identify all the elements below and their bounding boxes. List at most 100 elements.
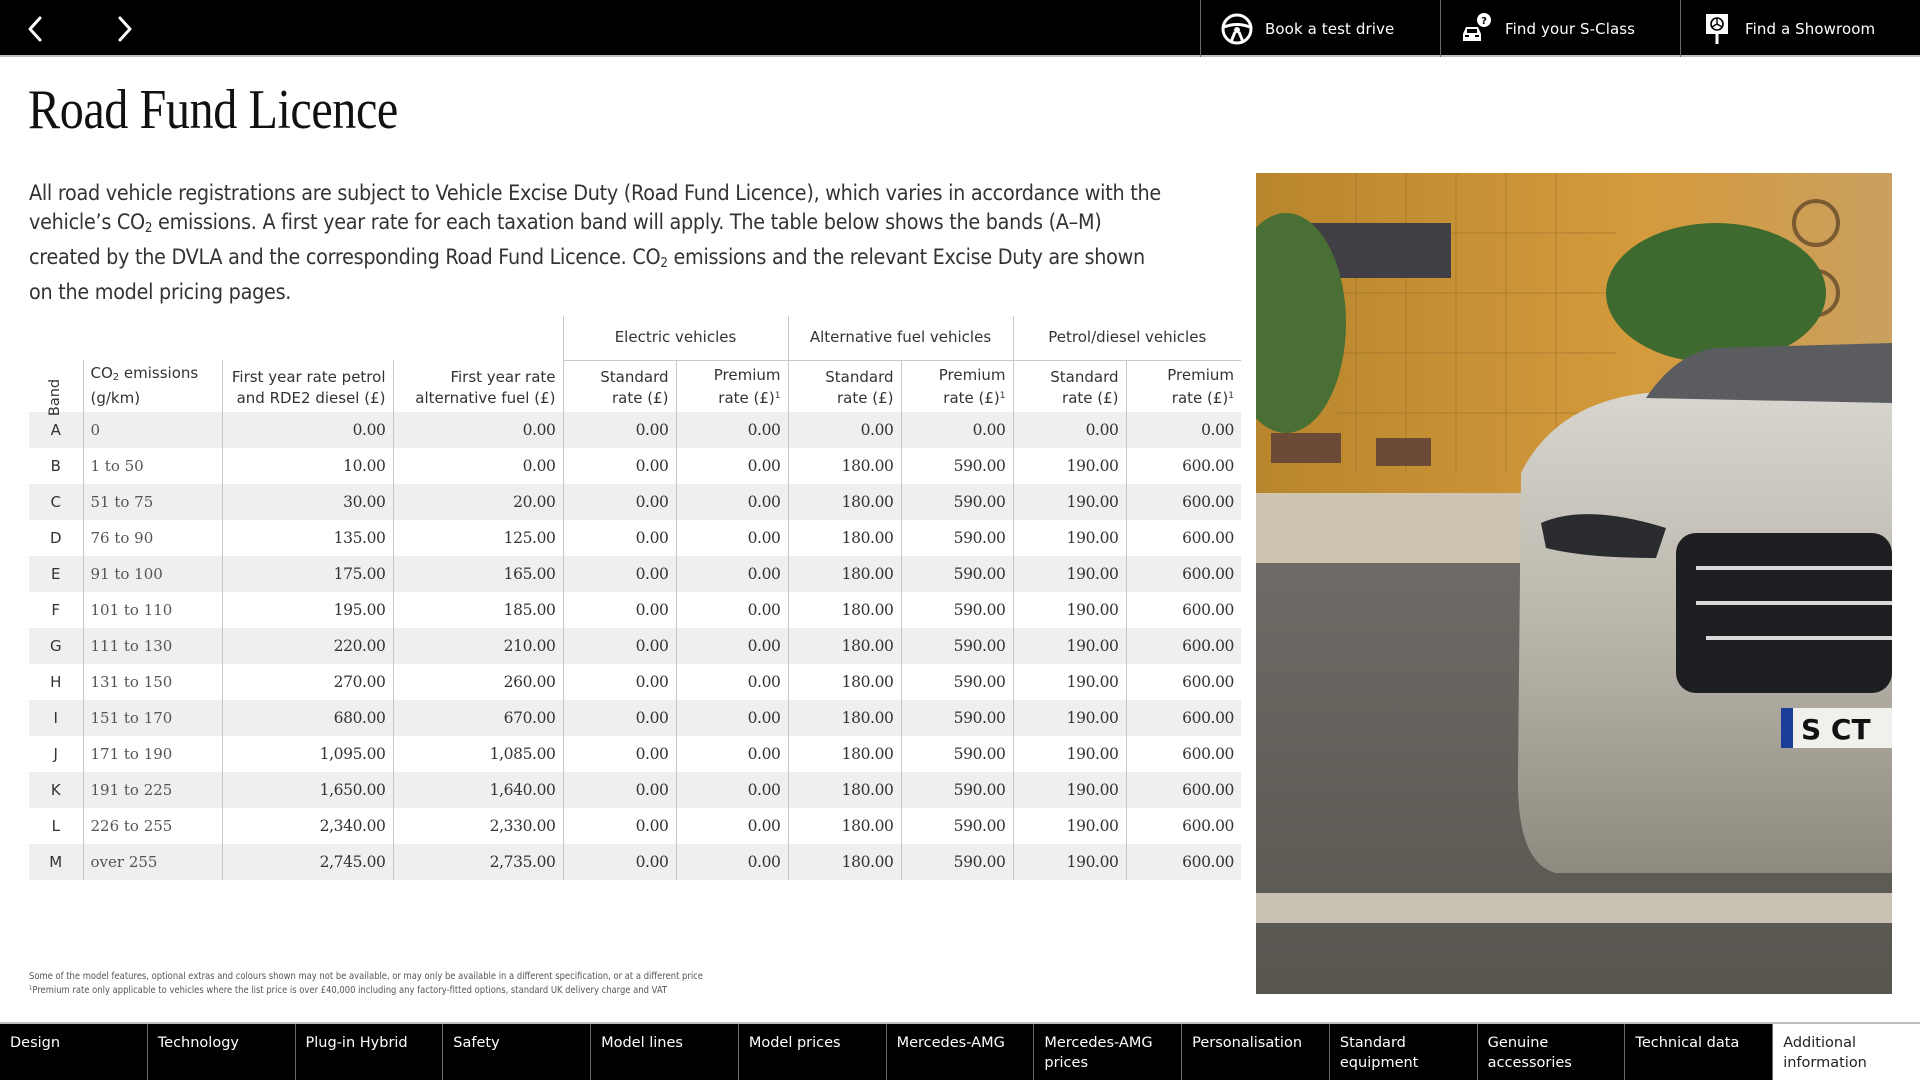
table-row: Mover 255 2,745.00 2,735.00 0.00 0.00 180.00 5… <box>29 844 1242 880</box>
cell-alt-std: 180.00 <box>787 592 901 628</box>
nav-tab-genuine-accessories[interactable]: Genuine accessories <box>1478 1024 1626 1080</box>
cell-ev-std: 0.00 <box>562 412 676 448</box>
car-photo-illustration: S CT <box>1256 173 1892 994</box>
cell-pd-prem: 600.00 <box>1125 520 1242 556</box>
cell-alt-std: 180.00 <box>787 448 901 484</box>
cell-ev-prem: 0.00 <box>675 664 788 700</box>
cell-first-petrol: 270.00 <box>221 664 393 700</box>
nav-tab-plug-in-hybrid[interactable]: Plug-in Hybrid <box>296 1024 444 1080</box>
nav-tab-personalisation[interactable]: Personalisation <box>1182 1024 1330 1080</box>
column-header-pd-standard: Standard rate (£) <box>1012 360 1127 412</box>
book-test-drive-button[interactable]: Book a test drive <box>1200 0 1440 57</box>
cell-first-petrol: 195.00 <box>221 592 393 628</box>
nav-tab-mercedes-amg[interactable]: Mercedes-AMG <box>887 1024 1035 1080</box>
cell-first-petrol: 1,095.00 <box>221 736 393 772</box>
group-header-spacer <box>29 316 563 360</box>
find-s-class-label: Find your S-Class <box>1505 19 1636 38</box>
previous-page-button[interactable] <box>16 9 56 49</box>
cell-alt-std: 180.00 <box>787 808 901 844</box>
cell-first-alt: 210.00 <box>392 628 563 664</box>
cell-ev-prem: 0.00 <box>675 772 788 808</box>
cell-alt-prem: 590.00 <box>900 664 1014 700</box>
cell-alt-std: 180.00 <box>787 520 901 556</box>
nav-tab-model-lines[interactable]: Model lines <box>591 1024 739 1080</box>
cell-co2: 0 <box>82 412 222 448</box>
license-plate-text: S CT <box>1801 713 1871 746</box>
find-showroom-button[interactable]: Find a Showroom <box>1680 0 1920 57</box>
cell-first-petrol: 2,745.00 <box>221 844 393 880</box>
nav-tab-technology[interactable]: Technology <box>148 1024 296 1080</box>
cell-ev-prem: 0.00 <box>675 628 788 664</box>
cell-ev-prem: 0.00 <box>675 412 788 448</box>
cell-ev-prem: 0.00 <box>675 736 788 772</box>
cell-alt-prem: 590.00 <box>900 448 1014 484</box>
intro-subscript-2: 2 <box>660 256 668 271</box>
cell-alt-prem: 590.00 <box>900 808 1014 844</box>
cell-ev-std: 0.00 <box>562 736 676 772</box>
intro-subscript-1: 2 <box>144 221 153 236</box>
cell-first-alt: 125.00 <box>392 520 563 556</box>
cell-ev-std: 0.00 <box>562 664 676 700</box>
cell-first-alt: 1,640.00 <box>392 772 563 808</box>
cell-co2: 111 to 130 <box>82 628 222 664</box>
table-row: L 226 to 255 2,340.00 2,330.00 0.00 0.00 180.0… <box>29 808 1242 844</box>
cell-co2: 1 to 50 <box>82 448 222 484</box>
cell-alt-prem: 0.00 <box>900 412 1014 448</box>
cell-alt-prem: 590.00 <box>900 736 1014 772</box>
cell-pd-std: 0.00 <box>1012 412 1127 448</box>
cell-alt-std: 180.00 <box>787 700 901 736</box>
cell-ev-std: 0.00 <box>562 772 676 808</box>
table-row: C 51 to 75 30.00 20.00 0.00 0.00 180.00 590.00 1… <box>29 484 1242 520</box>
cell-ev-prem: 0.00 <box>675 448 788 484</box>
cell-pd-prem: 600.00 <box>1125 772 1242 808</box>
table-row: F 101 to 110 195.00 185.00 0.00 0.00 180.00 590… <box>29 592 1242 628</box>
group-header-electric: Electric vehicles <box>562 316 788 361</box>
cell-alt-prem: 590.00 <box>900 592 1014 628</box>
group-header-petrol-diesel: Petrol/diesel vehicles <box>1012 316 1242 361</box>
table-row: D 76 to 90 135.00 125.00 0.00 0.00 180.00 590.0… <box>29 520 1242 556</box>
s-class-photo: S CT <box>1256 173 1892 994</box>
column-header-alt-premium: Premium rate (£)1 <box>900 360 1014 412</box>
top-bar: Book a test drive ? Find your S-Class Fi… <box>0 0 1920 57</box>
cell-band: A <box>29 412 83 448</box>
nav-tab-mercedes-amg-prices[interactable]: Mercedes-AMG prices <box>1034 1024 1183 1080</box>
cell-co2: 101 to 110 <box>82 592 222 628</box>
cell-first-petrol: 10.00 <box>221 448 393 484</box>
cell-band: B <box>50 457 61 475</box>
cell-pd-std: 190.00 <box>1012 808 1127 844</box>
next-page-button[interactable] <box>104 9 144 49</box>
nav-tab-design[interactable]: Design <box>0 1024 148 1080</box>
cell-band: J <box>53 745 58 763</box>
cell-alt-std: 180.00 <box>787 736 901 772</box>
column-header-ev-standard: Standard rate (£) <box>562 360 676 412</box>
table-row: A 0 0.00 0.00 0.00 0.00 0.00 0.00 0.00 0.00 <box>29 412 1242 448</box>
cell-pd-std: 190.00 <box>1012 484 1127 520</box>
cell-first-alt: 185.00 <box>392 592 563 628</box>
cell-band: E <box>29 556 83 592</box>
nav-tab-standard-equipment[interactable]: Standard equipment <box>1330 1024 1478 1080</box>
cell-pd-prem: 600.00 <box>1125 844 1242 880</box>
column-header-first-year-petrol: First year rate petrol and RDE2 diesel (£… <box>221 360 393 412</box>
nav-tab-safety[interactable]: Safety <box>443 1024 592 1080</box>
cell-ev-std: 0.00 <box>562 448 676 484</box>
find-s-class-button[interactable]: ? Find your S-Class <box>1440 0 1680 57</box>
nav-tab-model-prices[interactable]: Model prices <box>739 1024 887 1080</box>
table-row: I 151 to 170 680.00 670.00 0.00 0.00 180.00 590… <box>29 700 1242 736</box>
column-header-row: Band CO2 emissions (g/km) First year rate… <box>29 360 1242 416</box>
nav-tab-additional-information[interactable]: Additional information <box>1773 1024 1920 1080</box>
cell-alt-prem: 590.00 <box>900 556 1014 592</box>
cell-co2: 51 to 75 <box>82 484 222 520</box>
cell-pd-prem: 600.00 <box>1125 808 1242 844</box>
table-row: J 171 to 190 1,095.00 1,085.00 0.00 0.00 180.0… <box>29 736 1242 772</box>
table-body: A 0 0.00 0.00 0.00 0.00 0.00 0.00 0.00 0.00 B 1 to … <box>29 412 1242 880</box>
cell-pd-std: 190.00 <box>1012 844 1127 880</box>
nav-tab-technical-data[interactable]: Technical data <box>1625 1024 1774 1080</box>
cell-co2: 151 to 170 <box>82 700 222 736</box>
cell-band: M <box>29 844 83 880</box>
road-fund-licence-table: Electric vehicles Alternative fuel vehic… <box>29 316 1242 880</box>
svg-text:?: ? <box>1481 16 1487 27</box>
column-header-first-year-alternative: First year rate alternative fuel (£) <box>392 360 563 412</box>
group-header-row: Electric vehicles Alternative fuel vehic… <box>29 316 1242 361</box>
table-row: G 111 to 130 220.00 210.00 0.00 0.00 180.00 590… <box>29 628 1242 664</box>
cell-alt-std: 180.00 <box>787 664 901 700</box>
